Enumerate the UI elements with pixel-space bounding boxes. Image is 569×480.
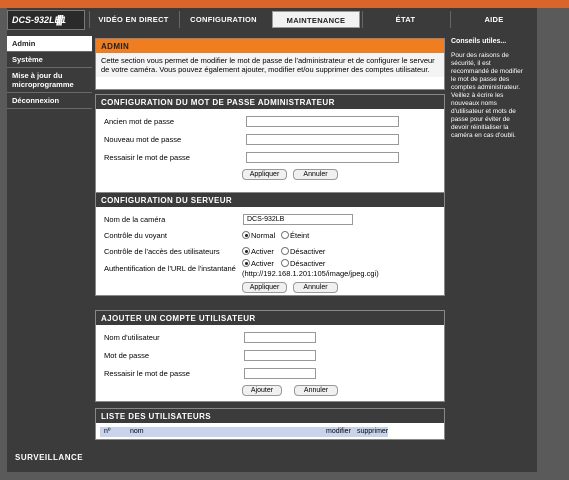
password-cancel-button[interactable]: Annuler [293,169,338,180]
confirm-password-input[interactable] [246,152,399,163]
add-user-section: AJOUTER UN COMPTE UTILISATEUR Nom d'util… [95,310,445,402]
add-user-button[interactable]: Ajouter [242,385,282,396]
logo-slashes-icon: /// [56,12,64,28]
password-config-title: CONFIGURATION DU MOT DE PASSE ADMINISTRA… [96,95,444,109]
sidebar-item-admin[interactable]: Admin [7,36,92,52]
snapshot-enable-text: Activer [251,259,274,268]
tab-help[interactable]: AIDE [450,11,537,28]
user-list-header: nº nom modifier supprimer [100,427,388,437]
add-user-title: AJOUTER UN COMPTE UTILISATEUR [96,311,444,325]
user-password-label: Mot de passe [104,351,150,360]
access-enable-text: Activer [251,247,274,256]
username-input[interactable] [244,332,316,343]
password-apply-button[interactable]: Appliquer [242,169,287,180]
tab-maintenance[interactable]: MAINTENANCE [272,11,360,28]
tab-setup[interactable]: CONFIGURATION [179,11,267,28]
camera-name-input[interactable]: DCS-932LB [243,214,353,225]
camera-name-label: Nom de la caméra [104,215,166,224]
new-password-label: Nouveau mot de passe [104,135,182,144]
server-config-title: CONFIGURATION DU SERVEUR [96,193,444,207]
snapshot-enable-option[interactable]: Activer [242,259,274,269]
user-list-section: LISTE DES UTILISATEURS nº nom modifier s… [95,408,445,440]
column-name: nom [130,428,144,435]
old-password-input[interactable] [246,116,399,127]
tips-text: Pour des raisons de sécurité, il est rec… [451,52,523,139]
sidebar-item-firmware-update[interactable]: Mise à jour du microprogramme [7,68,92,93]
helpful-tips-panel: Conseils utiles... Pour des raisons de s… [448,36,530,440]
snapshot-disable-option[interactable]: Désactiver [281,259,325,269]
column-modify: modifier [326,428,351,435]
access-disable-radio[interactable] [281,247,289,255]
sidebar-item-system[interactable]: Système [7,52,92,68]
led-off-text: Éteint [290,231,310,240]
new-password-input[interactable] [246,134,399,145]
access-disable-option[interactable]: Désactiver [281,247,325,257]
admin-description: Cette section vous permet de modifier le… [96,53,444,77]
snapshot-disable-radio[interactable] [281,259,289,267]
snapshot-auth-label: Authentification de l'URL de l'instantan… [104,264,236,273]
footer-bar: SURVEILLANCE [7,443,537,472]
server-config-section: CONFIGURATION DU SERVEUR Nom de la camér… [95,192,445,296]
server-apply-button[interactable]: Appliquer [242,282,287,293]
old-password-label: Ancien mot de passe [104,117,175,126]
sidebar: Admin Système Mise à jour du microprogra… [7,36,92,440]
server-cancel-button[interactable]: Annuler [293,282,338,293]
footer-brand: SURVEILLANCE [15,453,84,462]
snapshot-url: (http://192.168.1.201:105/image/jpeg.cgi… [242,269,379,278]
username-label: Nom d'utilisateur [104,333,160,342]
led-normal-option[interactable]: Normal [242,231,275,241]
access-enable-radio[interactable] [242,247,250,255]
led-control-label: Contrôle du voyant [104,231,167,240]
user-list-title: LISTE DES UTILISATEURS [96,409,444,423]
confirm-password-label: Ressaisir le mot de passe [104,153,190,162]
led-off-radio[interactable] [281,231,289,239]
header-bar: DCS-932LB1 /// VIDÉO EN DIRECT CONFIGURA… [7,8,537,30]
add-user-cancel-button[interactable]: Annuler [294,385,338,396]
user-confirm-password-input[interactable] [244,368,316,379]
admin-title: ADMIN [96,39,444,53]
sidebar-item-logout[interactable]: Déconnexion [7,93,92,109]
access-enable-option[interactable]: Activer [242,247,274,257]
led-normal-radio[interactable] [242,231,250,239]
tab-status[interactable]: ÉTAT [362,11,448,28]
led-off-option[interactable]: Éteint [281,231,309,241]
top-accent-band [0,0,569,8]
column-number: nº [104,428,111,435]
led-normal-text: Normal [251,231,276,240]
access-control-label: Contrôle de l'accès des utilisateurs [104,247,220,256]
snapshot-enable-radio[interactable] [242,259,250,267]
main-content: ADMIN Cette section vous permet de modif… [95,36,445,440]
tab-live-video[interactable]: VIDÉO EN DIRECT [89,11,177,28]
product-logo: DCS-932LB1 /// [7,10,85,30]
column-delete: supprimer [357,428,389,435]
tips-title: Conseils utiles... [451,38,507,45]
user-password-input[interactable] [244,350,316,361]
user-confirm-password-label: Ressaisir le mot de passe [104,369,190,378]
admin-section: ADMIN Cette section vous permet de modif… [95,38,445,90]
snapshot-disable-text: Désactiver [290,259,326,268]
access-disable-text: Désactiver [290,247,326,256]
